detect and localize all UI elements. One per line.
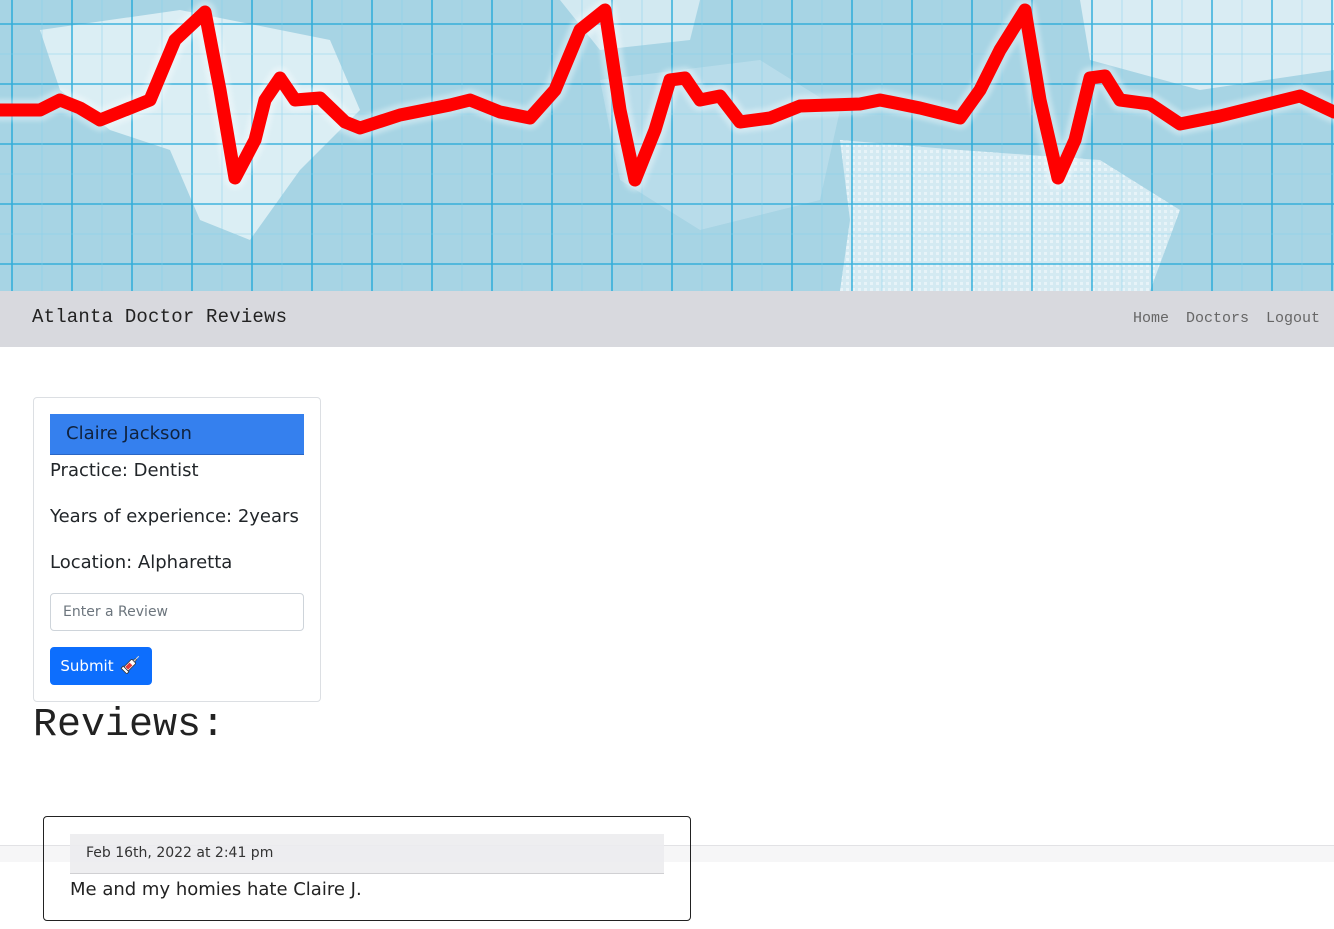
doctor-card: Claire Jackson Practice: Dentist Years o…: [33, 397, 321, 702]
hero-banner: [0, 0, 1334, 291]
brand-link[interactable]: Atlanta Doctor Reviews: [32, 306, 287, 328]
nav-link-logout[interactable]: Logout: [1266, 310, 1320, 327]
nav-link-home[interactable]: Home: [1133, 310, 1169, 327]
submit-label: Submit: [60, 657, 114, 675]
review-date-bar: Feb 16th, 2022 at 2:41 pm: [70, 834, 664, 874]
doctor-name: Claire Jackson: [66, 423, 192, 444]
review-card: Feb 16th, 2022 at 2:41 pm Me and my homi…: [43, 816, 691, 921]
review-input[interactable]: [50, 593, 304, 631]
syringe-icon: [120, 654, 142, 678]
ekg-banner-image: [0, 0, 1334, 291]
doctor-card-header: Claire Jackson: [50, 414, 304, 455]
nav-link-doctors[interactable]: Doctors: [1186, 310, 1249, 327]
doctor-practice: Practice: Dentist: [50, 460, 199, 481]
reviews-heading: Reviews:: [33, 703, 226, 748]
nav-links: Home Doctors Logout: [1133, 310, 1320, 327]
doctor-experience: Years of experience: 2years: [50, 506, 299, 527]
submit-button[interactable]: Submit: [50, 647, 152, 685]
review-date: Feb 16th, 2022 at 2:41 pm: [86, 845, 274, 861]
review-text: Me and my homies hate Claire J.: [70, 879, 362, 900]
doctor-location: Location: Alpharetta: [50, 552, 233, 573]
navbar: Atlanta Doctor Reviews Home Doctors Logo…: [0, 291, 1334, 347]
